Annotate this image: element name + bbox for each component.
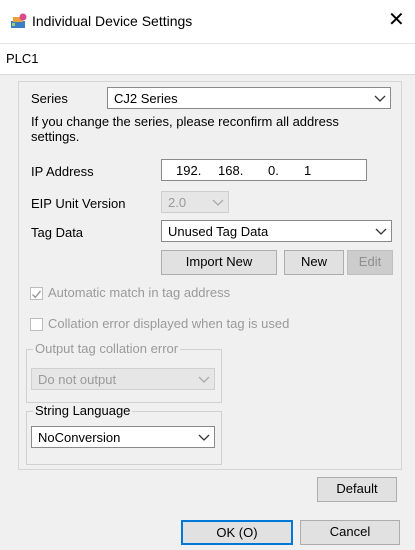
series-notice-line2: settings. bbox=[31, 129, 80, 144]
string-language-legend: String Language bbox=[33, 403, 133, 418]
ip-octet-4: 1 bbox=[304, 163, 312, 178]
checkmark-icon bbox=[32, 290, 42, 299]
auto-match-label: Automatic match in tag address bbox=[48, 285, 231, 300]
collation-error-label: Collation error displayed when tag is us… bbox=[48, 316, 290, 331]
auto-match-checkbox[interactable] bbox=[30, 287, 43, 300]
eip-version-value: 2.0 bbox=[168, 195, 187, 210]
chevron-down-icon bbox=[198, 376, 210, 383]
output-tag-select[interactable]: Do not output bbox=[31, 368, 215, 390]
tag-data-value: Unused Tag Data bbox=[168, 224, 269, 239]
ip-address-field[interactable]: 192. 168. 0. 1 bbox=[161, 159, 367, 181]
default-button[interactable]: Default bbox=[317, 477, 397, 502]
string-language-select[interactable]: NoConversion bbox=[31, 426, 215, 448]
string-language-value: NoConversion bbox=[38, 430, 121, 445]
tag-data-select[interactable]: Unused Tag Data bbox=[161, 220, 392, 242]
tag-data-label: Tag Data bbox=[31, 225, 84, 240]
series-value: CJ2 Series bbox=[114, 91, 178, 106]
device-name-bar: PLC1 bbox=[0, 43, 415, 75]
ip-octet-1: 192. bbox=[176, 163, 202, 178]
device-name: PLC1 bbox=[6, 51, 39, 66]
close-icon[interactable]: ✕ bbox=[388, 10, 405, 30]
ip-octet-2: 168. bbox=[218, 163, 244, 178]
collation-error-checkbox[interactable] bbox=[30, 318, 43, 331]
eip-version-label: EIP Unit Version bbox=[31, 196, 126, 211]
eip-version-select[interactable]: 2.0 bbox=[161, 191, 229, 213]
chevron-down-icon bbox=[374, 95, 386, 102]
series-notice-line1: If you change the series, please reconfi… bbox=[31, 114, 339, 129]
edit-button[interactable]: Edit bbox=[347, 250, 393, 275]
import-new-button[interactable]: Import New bbox=[161, 250, 277, 275]
cancel-button[interactable]: Cancel bbox=[300, 520, 400, 545]
chevron-down-icon bbox=[198, 434, 210, 441]
device-settings-icon bbox=[11, 13, 27, 28]
chevron-down-icon bbox=[375, 228, 387, 235]
ip-octet-3: 0. bbox=[268, 163, 279, 178]
title-bar: Individual Device Settings ✕ bbox=[0, 0, 415, 43]
ok-button[interactable]: OK (O) bbox=[181, 520, 293, 545]
window-title: Individual Device Settings bbox=[32, 13, 193, 29]
series-select[interactable]: CJ2 Series bbox=[107, 87, 391, 109]
chevron-down-icon bbox=[212, 199, 224, 206]
output-tag-legend: Output tag collation error bbox=[33, 341, 181, 356]
ip-address-label: IP Address bbox=[31, 164, 94, 179]
series-label: Series bbox=[31, 91, 68, 106]
output-tag-value: Do not output bbox=[38, 372, 117, 387]
new-button[interactable]: New bbox=[284, 250, 344, 275]
